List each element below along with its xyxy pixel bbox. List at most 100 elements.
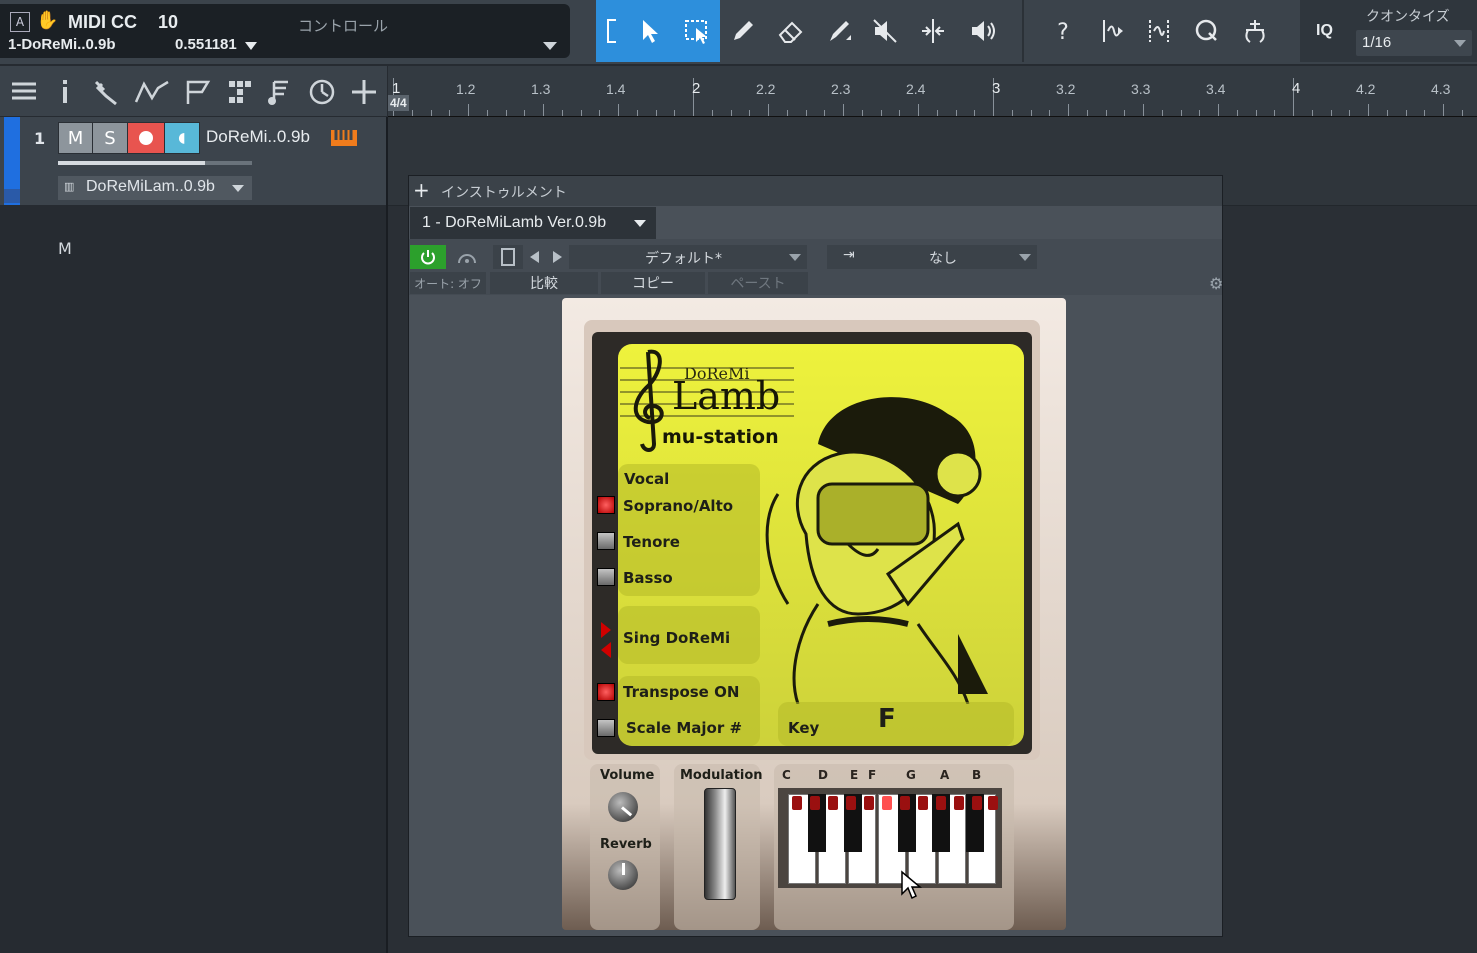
sidechain-select[interactable]: ⇥ なし: [827, 245, 1037, 269]
pencil-icon[interactable]: [720, 4, 766, 58]
automation-mini-icon[interactable]: [4, 189, 20, 203]
ruler-label: 2.3: [831, 81, 851, 97]
info-icon[interactable]: [55, 78, 75, 106]
preset-menu-button[interactable]: [493, 245, 523, 269]
reverb-label: Reverb: [600, 837, 652, 852]
listen-icon[interactable]: [960, 4, 1006, 58]
paste-button[interactable]: ペースト: [708, 272, 808, 294]
add-icon[interactable]: +: [413, 178, 430, 202]
ruler-tick: [580, 110, 582, 116]
voice-basso-label[interactable]: Basso: [623, 569, 673, 587]
paste-label: ペースト: [730, 276, 786, 292]
lcd-screen: DoReMi Lamb mu-station Vocal Soprano/Alt…: [618, 344, 1024, 746]
range-icon[interactable]: [674, 4, 720, 58]
automation-icon[interactable]: [134, 78, 170, 106]
voice-tenore-label[interactable]: Tenore: [623, 533, 680, 551]
mute-button-box[interactable]: M: [58, 122, 93, 154]
quantize-select[interactable]: 1/16: [1356, 30, 1472, 56]
stretch-icon[interactable]: [1136, 4, 1182, 58]
copy-label: コピー: [632, 276, 674, 292]
instrument-titlebar[interactable]: + インストゥルメント: [409, 176, 1222, 206]
clock-icon[interactable]: [307, 77, 337, 107]
voice-soprano-label[interactable]: Soprano/Alto: [623, 497, 733, 515]
sing-doremi-label[interactable]: Sing DoReMi: [623, 629, 730, 647]
gear-icon[interactable]: ⚙: [1209, 274, 1223, 293]
power-icon: [421, 250, 435, 265]
plugin-tab[interactable]: 1 - DoReMiLamb Ver.0.9b: [410, 207, 656, 239]
auto-button[interactable]: オート: オフ: [410, 272, 486, 294]
bend-icon[interactable]: [1088, 4, 1134, 58]
track-row[interactable]: 1 M M S ◖ DoReMi..0.9b ▥ DoReMiLam..0.9b: [0, 117, 386, 258]
ruler-tick: [1011, 110, 1013, 116]
monitor-button[interactable]: ◖: [164, 122, 200, 154]
sidechain-icon: ⇥: [843, 247, 855, 263]
tenore-led[interactable]: [597, 532, 615, 550]
reverb-knob[interactable]: [608, 860, 638, 890]
prev-preset-icon[interactable]: [530, 251, 539, 263]
list-icon[interactable]: [10, 79, 38, 103]
note-led: [882, 796, 892, 810]
ruler-tick: [655, 110, 657, 116]
grid-icon[interactable]: [226, 78, 254, 106]
key-value[interactable]: F: [878, 704, 896, 734]
control-dropdown-icon[interactable]: [543, 42, 557, 50]
scale-led[interactable]: [597, 719, 615, 737]
volume-knob[interactable]: [608, 792, 638, 822]
preset-select[interactable]: デフォルト*: [569, 245, 807, 269]
sing-toggle-icon[interactable]: [599, 620, 613, 660]
help-icon[interactable]: ?: [1040, 4, 1086, 58]
mute-button[interactable]: M: [58, 239, 72, 258]
piano-keys[interactable]: [788, 794, 1000, 884]
ruler-label: 4.2: [1356, 81, 1376, 97]
transpose-led[interactable]: [597, 683, 615, 701]
control-label: コントロール: [298, 17, 389, 35]
wrench-icon[interactable]: [92, 78, 120, 106]
track-number: 1: [34, 129, 46, 148]
auto-icon[interactable]: A: [10, 12, 30, 32]
ruler-tick: [1349, 110, 1351, 116]
instrument-select[interactable]: ▥ DoReMiLam..0.9b: [58, 176, 252, 200]
mute-icon[interactable]: [862, 4, 908, 58]
timeline-ruler[interactable]: 1 1.2 1.3 1.4 2 2.2 2.3 2.4 3 3.2 3.3 3.4 4 4.2 4.3 4/…: [388, 66, 1477, 117]
note-label: D: [818, 768, 828, 782]
hand-icon[interactable]: ✋: [36, 10, 58, 31]
iq-label[interactable]: IQ: [1316, 22, 1333, 40]
solo-button[interactable]: S: [92, 122, 128, 154]
basso-led[interactable]: [597, 568, 615, 586]
time-signature[interactable]: 4/4: [388, 95, 409, 111]
ruler-tick: [843, 104, 844, 116]
transpose-label[interactable]: Transpose ON: [623, 683, 739, 701]
eraser-icon[interactable]: [768, 4, 814, 58]
note-label: A: [940, 768, 950, 782]
compare-button[interactable]: 比較: [490, 272, 598, 294]
marker-icon[interactable]: [184, 78, 212, 106]
ruler-tick: [1180, 110, 1182, 116]
copy-button[interactable]: コピー: [601, 272, 705, 294]
track-name[interactable]: DoReMi..0.9b: [206, 127, 310, 147]
ruler-tick: [918, 104, 919, 116]
paint-icon[interactable]: [816, 4, 862, 58]
mute-label: M: [67, 127, 84, 149]
volume-slider[interactable]: [58, 161, 252, 165]
ruler-tick: [880, 110, 882, 116]
scale-label[interactable]: Scale Major #: [626, 719, 742, 737]
ruler-tick: [1218, 104, 1219, 116]
note-label: F: [868, 768, 877, 782]
chevron-down-icon: [1454, 40, 1466, 47]
piano-keyboard[interactable]: [778, 788, 1002, 888]
power-button[interactable]: [410, 245, 446, 269]
bypass-button[interactable]: [451, 245, 483, 269]
split-icon[interactable]: [910, 4, 956, 58]
param-dropdown-icon[interactable]: [245, 42, 257, 50]
add-icon[interactable]: [349, 77, 379, 107]
quantize-icon[interactable]: [1232, 4, 1278, 58]
record-button[interactable]: [127, 122, 165, 154]
notes-icon[interactable]: [266, 78, 294, 106]
quantize-q-icon[interactable]: [1184, 4, 1230, 58]
arrow-icon[interactable]: [626, 4, 672, 58]
next-preset-icon[interactable]: [553, 251, 562, 263]
modulation-wheel[interactable]: [704, 788, 736, 900]
note-led: [864, 796, 874, 810]
param-value[interactable]: 0.551181: [175, 36, 237, 53]
soprano-led[interactable]: [597, 496, 615, 514]
